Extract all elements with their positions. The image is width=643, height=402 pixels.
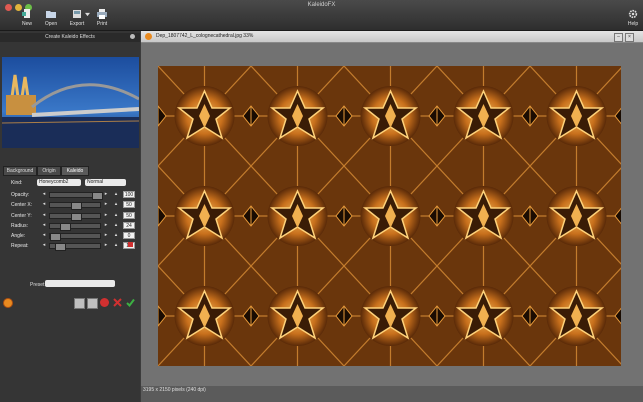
doc-minimize-button[interactable]: – bbox=[614, 33, 623, 42]
increase-icon[interactable]: ▸ bbox=[103, 242, 109, 249]
param-label: Angle: bbox=[11, 233, 26, 239]
title-bar: KaleidoFX New Open Export Print Help bbox=[0, 0, 643, 31]
slider-knob[interactable] bbox=[71, 213, 82, 221]
new-label: New bbox=[21, 21, 32, 27]
increase-icon[interactable]: ▸ bbox=[103, 212, 109, 219]
document-icon bbox=[145, 33, 152, 40]
print-label: Print bbox=[96, 21, 108, 27]
preset-label: Preset: bbox=[30, 282, 46, 288]
open-label: Open bbox=[44, 21, 58, 27]
param-slider[interactable] bbox=[49, 202, 101, 210]
panel-settings-icon[interactable] bbox=[130, 34, 135, 39]
step-up-icon[interactable]: ▴ bbox=[113, 222, 119, 229]
decrease-icon[interactable]: ◂ bbox=[41, 242, 47, 249]
preset-select[interactable] bbox=[45, 280, 115, 287]
export-icon bbox=[73, 10, 81, 18]
increase-icon[interactable]: ▸ bbox=[103, 201, 109, 208]
effects-panel-header: Create Kaleido Effects bbox=[0, 33, 140, 42]
document-title: Dep_1807742_L_colognecathedral.jpg 33% bbox=[156, 33, 254, 39]
cancel-x-icon bbox=[113, 298, 122, 307]
new-button[interactable]: New bbox=[14, 9, 40, 27]
tab-background[interactable]: Background bbox=[3, 166, 37, 176]
kaleido-canvas[interactable] bbox=[158, 66, 621, 366]
open-button[interactable]: Open bbox=[38, 9, 64, 27]
slider-knob[interactable] bbox=[92, 192, 103, 200]
cologne-cathedral-thumbnail bbox=[2, 57, 139, 148]
param-slider[interactable] bbox=[49, 233, 101, 241]
app-title: KaleidoFX bbox=[307, 2, 336, 8]
param-value[interactable]: 50 bbox=[123, 201, 135, 208]
step-up-icon[interactable]: ▴ bbox=[113, 201, 119, 208]
slider-knob[interactable] bbox=[60, 223, 71, 231]
image-dimensions: 3195 x 2150 pixels (240 dpi) bbox=[143, 387, 206, 393]
doc-close-button[interactable]: × bbox=[625, 33, 634, 42]
sun-icon[interactable] bbox=[4, 299, 12, 307]
slider-knob[interactable] bbox=[55, 243, 66, 251]
mode-select-value: Normal bbox=[87, 179, 104, 185]
kind-select[interactable]: Honeycomb2 bbox=[37, 179, 81, 186]
param-label: Center Y: bbox=[11, 213, 32, 219]
help-label: Help bbox=[627, 21, 639, 27]
decrease-icon[interactable]: ◂ bbox=[41, 201, 47, 208]
tab-kaleido[interactable]: Kaleido bbox=[61, 166, 89, 176]
save-preset-button[interactable] bbox=[74, 298, 85, 309]
param-value[interactable]: 50 bbox=[123, 212, 135, 219]
slider-knob[interactable] bbox=[50, 233, 61, 241]
increase-icon[interactable]: ▸ bbox=[103, 232, 109, 239]
decrease-icon[interactable]: ◂ bbox=[41, 191, 47, 198]
param-slider[interactable] bbox=[49, 243, 101, 251]
cancel-button[interactable] bbox=[113, 298, 122, 307]
param-value[interactable]: 24 bbox=[123, 222, 135, 229]
help-button[interactable]: Help bbox=[620, 9, 643, 27]
param-label: Opacity: bbox=[11, 192, 30, 198]
step-up-icon[interactable]: ▴ bbox=[113, 212, 119, 219]
checkmark-icon bbox=[126, 298, 135, 308]
param-value[interactable]: 0 bbox=[123, 232, 135, 239]
effects-panel-title: Create Kaleido Effects bbox=[45, 34, 95, 40]
printer-icon bbox=[97, 9, 107, 19]
slider-knob[interactable] bbox=[71, 202, 82, 210]
status-bar: 3195 x 2150 pixels (240 dpi) bbox=[141, 386, 643, 402]
param-slider[interactable] bbox=[49, 223, 101, 231]
param-label: Radius: bbox=[11, 223, 28, 229]
increase-icon[interactable]: ▸ bbox=[103, 191, 109, 198]
repeat-reset-icon[interactable] bbox=[128, 242, 133, 247]
new-document-icon bbox=[22, 9, 30, 18]
kind-select-value: Honeycomb2 bbox=[39, 179, 69, 185]
param-value[interactable]: 100 bbox=[123, 191, 135, 198]
print-button[interactable]: Print bbox=[89, 9, 115, 27]
kaleido-pattern bbox=[158, 66, 621, 366]
increase-icon[interactable]: ▸ bbox=[103, 222, 109, 229]
tab-origin[interactable]: Origin bbox=[37, 166, 61, 176]
export-label: Export bbox=[69, 21, 85, 27]
gear-icon bbox=[628, 9, 638, 19]
apply-button[interactable] bbox=[126, 298, 135, 308]
mode-select[interactable]: Normal bbox=[85, 179, 126, 186]
decrease-icon[interactable]: ◂ bbox=[41, 222, 47, 229]
open-folder-icon bbox=[46, 11, 56, 18]
param-label: Repeat: bbox=[11, 243, 29, 249]
decrease-icon[interactable]: ◂ bbox=[41, 212, 47, 219]
kind-label: Kind: bbox=[11, 180, 23, 186]
source-thumbnail bbox=[2, 57, 139, 148]
step-up-icon[interactable]: ▴ bbox=[113, 232, 119, 239]
param-slider[interactable] bbox=[49, 192, 103, 200]
param-slider[interactable] bbox=[49, 213, 101, 221]
param-label: Center X: bbox=[11, 202, 33, 208]
step-up-icon[interactable]: ▴ bbox=[113, 242, 119, 249]
decrease-icon[interactable]: ◂ bbox=[41, 232, 47, 239]
reset-button[interactable] bbox=[100, 298, 109, 307]
step-up-icon[interactable]: ▴ bbox=[113, 191, 119, 198]
load-preset-button[interactable] bbox=[87, 298, 98, 309]
